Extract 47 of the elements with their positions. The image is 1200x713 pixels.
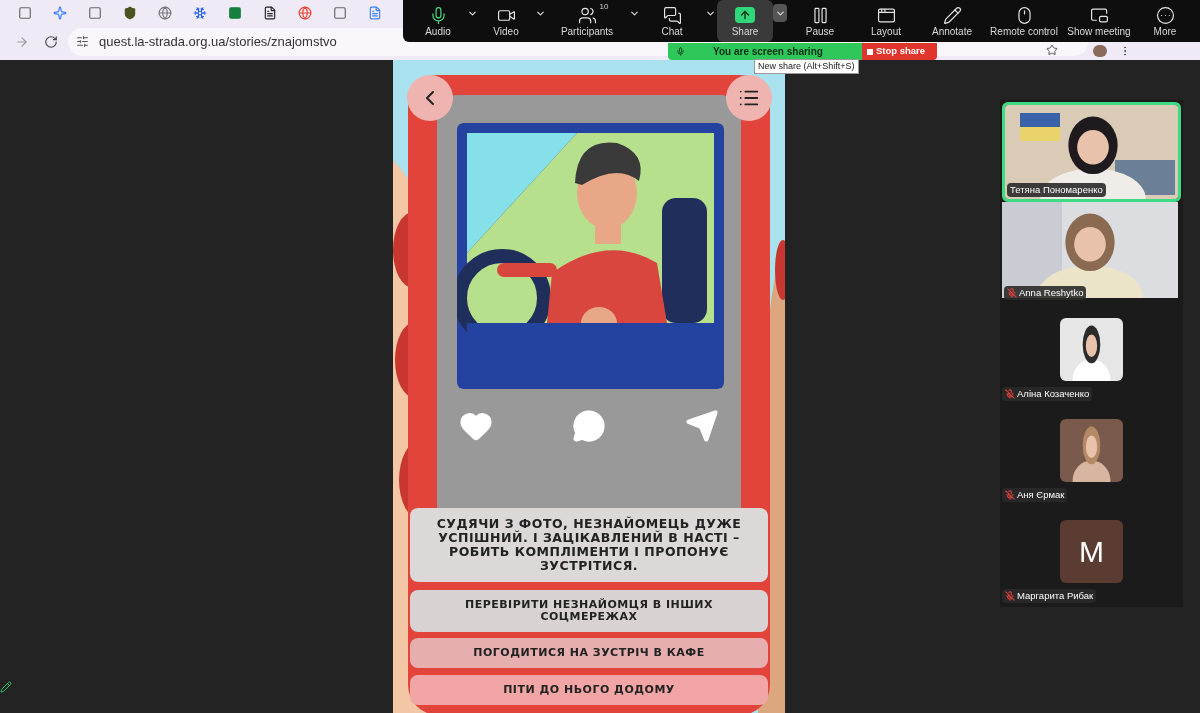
caret-button[interactable] [773, 4, 787, 22]
bookmark-icon[interactable] [123, 5, 137, 20]
participant-name: Тетяна Пономаренко [1010, 183, 1103, 197]
toolbar-button[interactable]: Show meeting [1063, 0, 1135, 42]
answer-option[interactable]: ПОГОДИТИСЯ НА ЗУСТРІЧ В КАФЕ [410, 638, 768, 668]
video-tile[interactable]: Anna Reshytko [1002, 202, 1181, 302]
participant-name: Маргарита Рибак [1017, 589, 1094, 603]
story-text: СУДЯЧИ З ФОТО, НЕЗНАЙОМЕЦЬ ДУЖЕ УСПІШНИЙ. І ЗАЦІКАВЛЕНИЙ В НАСТІ – РОБИТЬ КОМПЛІМЕНТИ І ПРОПОНУЄ ЗУСТРІТИСЯ. [410, 508, 768, 582]
toolbar-button[interactable]: Annotate [919, 0, 985, 42]
back-button[interactable] [407, 75, 453, 121]
toolbar-button[interactable]: 10 Participants [547, 0, 627, 42]
answer-option[interactable]: ПІТИ ДО НЬОГО ДОДОМУ [410, 675, 768, 705]
profile-avatar[interactable] [1093, 44, 1107, 57]
tooltip: New share (Alt+Shift+S) [754, 59, 859, 74]
toolbar-button[interactable]: Remote control [985, 0, 1063, 42]
comment-icon[interactable] [572, 409, 606, 443]
chat-icon [662, 5, 682, 25]
avatar: M [1060, 520, 1123, 583]
toolbar-button[interactable]: More [1135, 0, 1195, 42]
bookmark-icon[interactable] [263, 5, 277, 20]
more-icon [1155, 5, 1175, 25]
toolbar-button[interactable]: Audio [411, 0, 465, 42]
participant-name: Anna Reshytko [1019, 286, 1084, 300]
menu-button[interactable] [726, 75, 772, 121]
reload-icon[interactable] [44, 34, 58, 49]
video-tile[interactable]: Тетяна Пономаренко [1002, 102, 1181, 202]
site-settings-icon[interactable] [76, 35, 89, 48]
pencil-icon[interactable] [0, 681, 12, 693]
stop-share-button[interactable]: Stop share [862, 43, 937, 60]
people-icon [577, 5, 597, 25]
toolbar-button[interactable]: Layout [853, 0, 919, 42]
toolbar-button[interactable]: Video [479, 0, 533, 42]
toolbar-button[interactable]: Chat [641, 0, 703, 42]
send-icon[interactable] [685, 409, 719, 443]
sharing-status: You are screen sharing [713, 45, 823, 59]
pencil-icon [942, 5, 962, 25]
participant-name: Аліна Козаченко [1017, 387, 1090, 401]
toolbar-button[interactable]: Pause [787, 0, 853, 42]
stop-icon [867, 48, 873, 55]
forward-icon[interactable] [15, 34, 29, 49]
url-text: quest.la-strada.org.ua/stories/znajomstvo [99, 32, 337, 51]
participant-name: Аня Єрмак [1017, 488, 1065, 502]
participant-count: 10 [599, 1, 609, 13]
star-icon[interactable] [1046, 43, 1058, 56]
upload-icon [735, 7, 755, 23]
answer-option[interactable]: ПЕРЕВІРИТИ НЕЗНАЙОМЦЯ В ІНШИХ СОЦМЕРЕЖАХ [410, 590, 768, 632]
share-button[interactable]: Share [717, 0, 773, 42]
